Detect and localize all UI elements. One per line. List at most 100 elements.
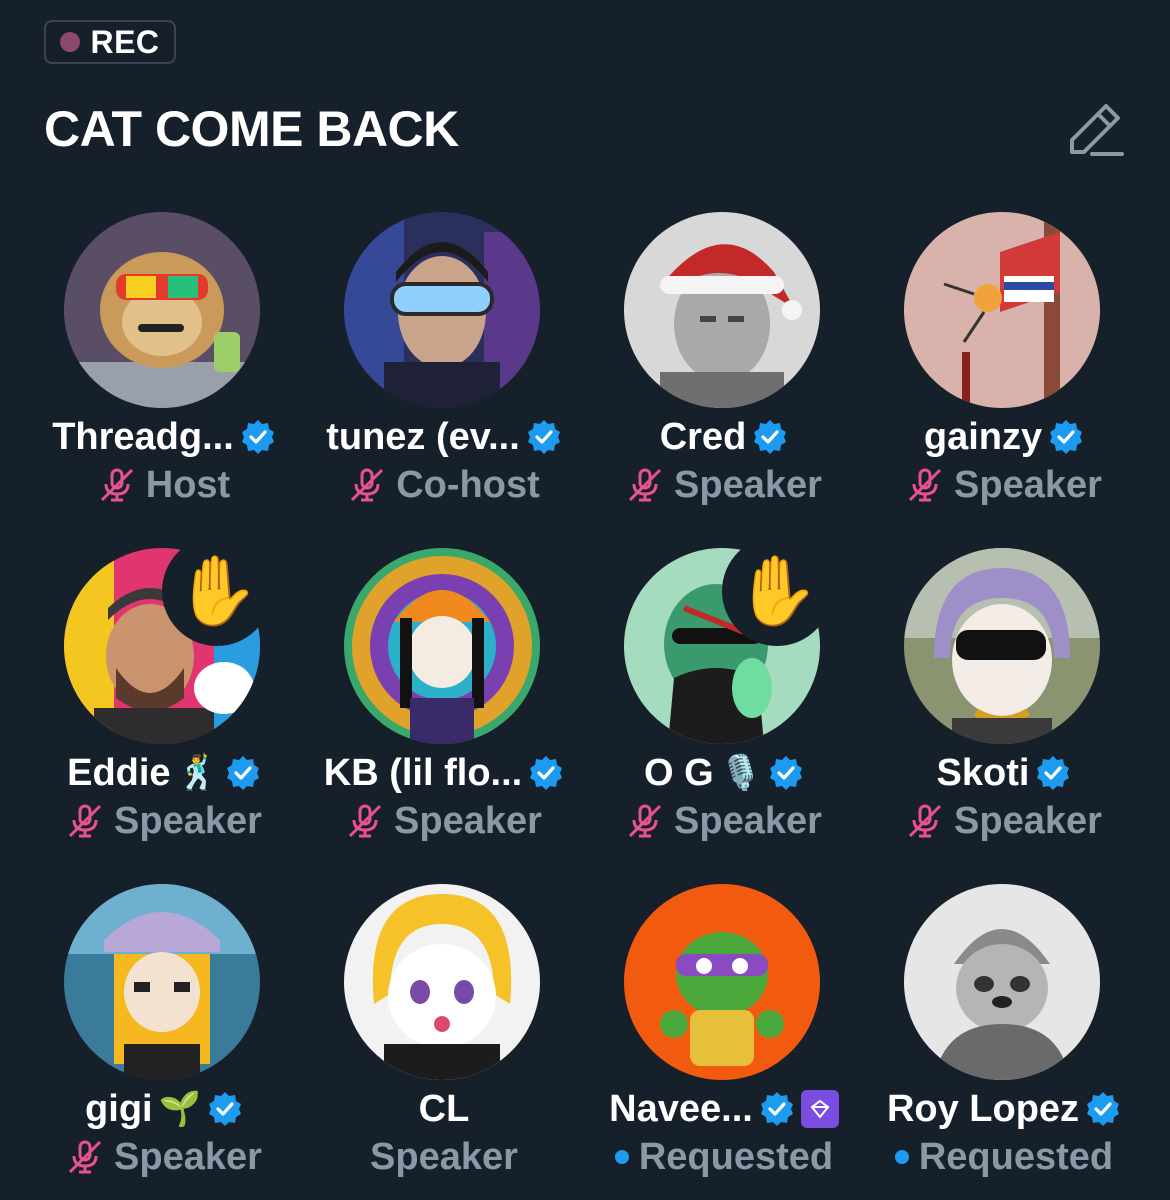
participant-name: O G	[643, 751, 714, 794]
participant-role-row: Host	[24, 462, 304, 508]
avatar[interactable]	[344, 548, 540, 744]
participant-role-row: Speaker	[864, 798, 1144, 844]
participant-tile[interactable]: ✋ Eddie 🕺 Speaker	[24, 536, 304, 848]
participant-role: Speaker	[674, 799, 822, 842]
participant-role: Speaker	[114, 1135, 262, 1178]
participant-role-row: Speaker	[584, 798, 864, 844]
verified-badge-icon	[241, 420, 274, 454]
verified-badge-icon	[1050, 420, 1083, 454]
participant-role: Speaker	[394, 799, 542, 842]
participant-name-row: tunez (ev...	[304, 414, 584, 460]
participant-tile[interactable]: Skoti Speaker	[864, 548, 1144, 848]
participant-name-row: gainzy	[864, 414, 1144, 460]
participant-name-row: gigi 🌱	[24, 1086, 304, 1132]
participant-name: Skoti	[936, 751, 1030, 794]
participant-role: Speaker	[114, 799, 262, 842]
name-emoji: 🎙️	[719, 754, 763, 792]
participant-role-row: Speaker	[24, 1134, 304, 1180]
verified-badge-icon	[226, 756, 259, 790]
avatar[interactable]	[624, 884, 820, 1080]
participant-tile[interactable]: Cred Speaker	[584, 212, 864, 512]
participant-role: Speaker	[370, 1135, 518, 1178]
requested-dot-icon	[614, 1150, 629, 1164]
participant-name-row: Eddie 🕺	[24, 750, 304, 796]
participant-name-row: CL	[304, 1086, 584, 1132]
participant-tile[interactable]: gainzy Speaker	[864, 212, 1144, 512]
participant-tile[interactable]: KB (lil flo... Speaker	[304, 548, 584, 848]
participant-name: KB (lil flo...	[323, 751, 523, 794]
participant-name-row: KB (lil flo...	[304, 750, 584, 796]
participant-name-row: O G 🎙️	[584, 750, 864, 796]
participant-role-row: Co-host	[304, 462, 584, 508]
participant-role-row: Requested	[864, 1134, 1144, 1180]
avatar[interactable]	[64, 884, 260, 1080]
verified-badge-icon	[527, 420, 560, 454]
mic-muted-icon	[68, 1140, 102, 1174]
avatar[interactable]	[344, 884, 540, 1080]
participant-tile[interactable]: Navee... Requested	[584, 884, 864, 1184]
verified-badge-icon	[754, 420, 787, 454]
verified-badge-icon	[1037, 756, 1070, 790]
participant-tile[interactable]: Roy Lopez Requested	[864, 884, 1144, 1184]
participant-name: gigi	[85, 1087, 153, 1130]
participant-tile[interactable]: Threadg... Host	[24, 212, 304, 512]
participant-name: tunez (ev...	[326, 415, 520, 458]
name-emoji: 🌱	[158, 1090, 201, 1128]
pencil-icon	[1070, 104, 1124, 156]
participant-name: gainzy	[923, 415, 1043, 458]
avatar[interactable]	[904, 212, 1100, 408]
participant-name: Eddie	[67, 751, 171, 794]
space-title: CAT COME BACK	[44, 101, 459, 157]
verified-badge-icon	[208, 1092, 241, 1126]
participant-name-row: Threadg...	[24, 414, 304, 460]
avatar[interactable]	[64, 212, 260, 408]
app-badge-icon	[800, 1090, 839, 1128]
mic-muted-icon	[348, 804, 382, 838]
participant-role-row: Speaker	[304, 1134, 584, 1180]
participant-tile[interactable]: tunez (ev... Co-host	[304, 212, 584, 512]
verified-badge-icon	[1087, 1092, 1120, 1126]
recording-label: REC	[90, 23, 160, 60]
mic-muted-icon	[628, 804, 662, 838]
participant-name-row: Navee...	[584, 1086, 864, 1132]
participant-tile[interactable]: CL Speaker	[304, 884, 584, 1184]
requested-dot-icon	[894, 1150, 909, 1164]
recording-dot-icon	[60, 32, 81, 52]
mic-muted-icon	[100, 468, 133, 502]
verified-badge-icon	[530, 756, 563, 790]
participant-name-row: Skoti	[864, 750, 1144, 796]
participant-role: Host	[145, 463, 231, 506]
avatar[interactable]	[344, 212, 540, 408]
participant-role: Requested	[918, 1135, 1114, 1178]
participant-role: Speaker	[954, 463, 1102, 506]
participant-name: Threadg...	[52, 415, 234, 458]
mic-muted-icon	[908, 468, 942, 502]
participant-role-row: Speaker	[864, 462, 1144, 508]
avatar[interactable]	[624, 212, 820, 408]
participant-name: CL	[418, 1087, 470, 1130]
participant-name-row: Roy Lopez	[864, 1086, 1144, 1132]
mic-muted-icon	[908, 804, 942, 838]
avatar[interactable]	[904, 884, 1100, 1080]
avatar[interactable]	[904, 548, 1100, 744]
edit-button[interactable]	[1062, 98, 1128, 164]
participant-name: Roy Lopez	[886, 1087, 1080, 1130]
mic-muted-icon	[351, 468, 384, 502]
participant-role: Speaker	[674, 463, 822, 506]
raised-hand-icon: ✋	[162, 536, 272, 646]
participant-role-row: Speaker	[304, 798, 584, 844]
mic-muted-icon	[68, 804, 102, 838]
participant-role: Speaker	[954, 799, 1102, 842]
participant-name: Cred	[659, 415, 747, 458]
participant-tile[interactable]: ✋ O G 🎙️ Speaker	[584, 536, 864, 848]
verified-badge-icon	[760, 1092, 793, 1126]
raised-hand-icon: ✋	[722, 536, 832, 646]
participant-tile[interactable]: gigi 🌱 Speaker	[24, 884, 304, 1184]
participant-role: Co-host	[396, 463, 540, 506]
recording-badge: REC	[44, 20, 176, 64]
participant-role-row: Speaker	[584, 462, 864, 508]
participant-role-row: Requested	[584, 1134, 864, 1180]
participant-name: Navee...	[609, 1087, 753, 1130]
participant-role: Requested	[638, 1135, 834, 1178]
participant-name-row: Cred	[584, 414, 864, 460]
